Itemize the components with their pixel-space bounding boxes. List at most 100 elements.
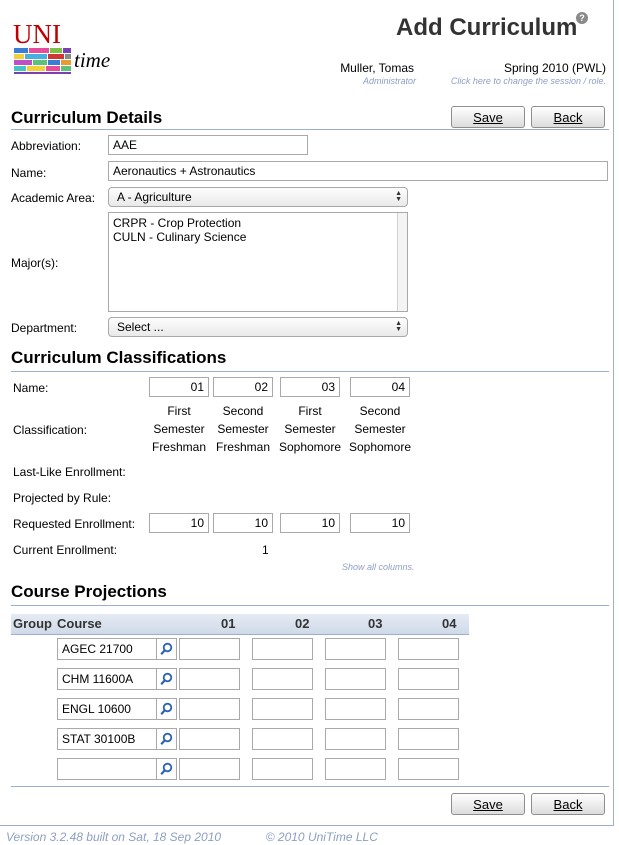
back-button-bottom[interactable]: Back	[531, 793, 605, 815]
course-input[interactable]: AGEC 21700	[57, 638, 157, 660]
projection-cell[interactable]	[325, 638, 386, 660]
projection-cell[interactable]	[252, 638, 313, 660]
section-divider	[11, 786, 609, 787]
department-label: Department:	[11, 321, 78, 335]
classification-label: Classification:	[13, 423, 88, 437]
save-button-bottom[interactable]: Save	[451, 793, 525, 815]
projection-cell[interactable]	[179, 638, 240, 660]
department-value: Select ...	[117, 320, 164, 334]
select-arrows-icon: ▲ ▼	[395, 320, 402, 333]
save-label: Save	[473, 797, 503, 812]
back-label: Back	[553, 110, 583, 125]
back-label: Back	[553, 797, 583, 812]
classification-name-label: Name:	[13, 381, 49, 395]
requested-enrollment-input[interactable]: 10	[280, 513, 340, 533]
projection-cell[interactable]	[325, 668, 386, 690]
classification-name-input[interactable]: 02	[213, 377, 273, 397]
course-search-button[interactable]	[157, 698, 177, 720]
major-option[interactable]: CULN - Culinary Science	[113, 230, 403, 244]
help-icon[interactable]: ?	[576, 12, 588, 24]
projection-column-header: 04	[442, 616, 457, 631]
classifications-heading: Curriculum Classifications	[11, 348, 227, 367]
curriculum-details-heading: Curriculum Details	[11, 108, 163, 127]
course-column-header: Course	[57, 616, 102, 631]
lastlike-enrollment-label: Last-Like Enrollment:	[13, 465, 126, 479]
magnifier-icon	[160, 642, 173, 655]
classification-name-input[interactable]: 04	[350, 377, 410, 397]
abbreviation-input[interactable]: AAE	[108, 135, 308, 155]
projection-cell[interactable]	[252, 728, 313, 750]
logo-uni-text: UNI	[13, 19, 61, 49]
course-search-button[interactable]	[157, 728, 177, 750]
projection-cell[interactable]	[398, 698, 459, 720]
projection-cell[interactable]	[252, 758, 313, 780]
requested-enrollment-input[interactable]: 10	[213, 513, 273, 533]
course-projections-heading: Course Projections	[11, 582, 167, 601]
projection-cell[interactable]	[179, 668, 240, 690]
course-input[interactable]: ENGL 10600	[57, 698, 157, 720]
projections-header-row: Group Course 01 02 03 04	[11, 614, 469, 635]
projection-column-header: 03	[368, 616, 383, 631]
current-enrollment-label: Current Enrollment:	[13, 543, 118, 557]
page-title: Add Curriculum	[396, 14, 578, 41]
magnifier-icon	[160, 702, 173, 715]
show-all-columns-link[interactable]: Show all columns.	[342, 562, 415, 572]
magnifier-icon	[160, 672, 173, 685]
user-role: Administrator	[362, 76, 416, 86]
requested-enrollment-input[interactable]: 10	[149, 513, 209, 533]
user-name: Muller, Tomas	[340, 61, 414, 75]
projection-cell[interactable]	[179, 728, 240, 750]
majors-listbox[interactable]: CRPR - Crop Protection CULN - Culinary S…	[108, 212, 408, 312]
projection-cell[interactable]	[325, 728, 386, 750]
classification-name-input[interactable]: 01	[149, 377, 209, 397]
course-input[interactable]: STAT 30100B	[57, 728, 157, 750]
footer: Version 3.2.48 built on Sat, 18 Sep 2010…	[6, 830, 378, 844]
projection-cell[interactable]	[252, 698, 313, 720]
course-input[interactable]: CHM 11600A	[57, 668, 157, 690]
projection-cell[interactable]	[179, 758, 240, 780]
projection-cell[interactable]	[325, 698, 386, 720]
classification-value: First Semester Sophomore	[278, 404, 342, 454]
projection-cell[interactable]	[325, 758, 386, 780]
group-column-header: Group	[13, 616, 52, 631]
section-divider	[11, 605, 609, 606]
academic-area-label: Academic Area:	[11, 191, 96, 205]
magnifier-icon	[160, 762, 173, 775]
save-button-top[interactable]: Save	[451, 106, 525, 128]
course-search-button[interactable]	[157, 668, 177, 690]
current-enrollment-value: 1	[262, 543, 269, 557]
major-option[interactable]: CRPR - Crop Protection	[113, 216, 403, 230]
session-change-hint[interactable]: Click here to change the session / role.	[451, 76, 606, 86]
course-input[interactable]	[57, 758, 157, 780]
projection-cell[interactable]	[398, 668, 459, 690]
classification-value: Second Semester Sophomore	[348, 404, 412, 454]
logo-time-text: time	[74, 48, 111, 72]
projection-column-header: 01	[221, 616, 236, 631]
section-divider	[11, 371, 609, 372]
course-search-button[interactable]	[157, 638, 177, 660]
academic-area-select[interactable]: A - Agriculture ▲ ▼	[108, 187, 408, 207]
logo-timetable-graphic	[14, 48, 72, 76]
back-button-top[interactable]: Back	[531, 106, 605, 128]
unitime-logo[interactable]: UNI time	[12, 19, 122, 81]
projection-cell[interactable]	[398, 728, 459, 750]
course-search-button[interactable]	[157, 758, 177, 780]
projection-cell[interactable]	[398, 758, 459, 780]
magnifier-icon	[160, 732, 173, 745]
classification-value: First Semester Freshman	[151, 404, 207, 454]
majors-label: Major(s):	[11, 256, 59, 270]
department-select[interactable]: Select ... ▲ ▼	[108, 317, 408, 337]
requested-enrollment-label: Requested Enrollment:	[13, 517, 136, 531]
version-text: Version 3.2.48 built on Sat, 18 Sep 2010	[6, 830, 222, 844]
listbox-scrollbar[interactable]	[397, 213, 407, 311]
requested-enrollment-input[interactable]: 10	[350, 513, 410, 533]
projection-cell[interactable]	[398, 638, 459, 660]
classification-name-input[interactable]: 03	[280, 377, 340, 397]
projection-cell[interactable]	[179, 698, 240, 720]
session-name[interactable]: Spring 2010 (PWL)	[504, 61, 606, 75]
projection-cell[interactable]	[252, 668, 313, 690]
name-input[interactable]: Aeronautics + Astronautics	[108, 161, 608, 181]
academic-area-value: A - Agriculture	[117, 190, 192, 204]
select-arrows-icon: ▲ ▼	[395, 190, 402, 203]
save-label: Save	[473, 110, 503, 125]
